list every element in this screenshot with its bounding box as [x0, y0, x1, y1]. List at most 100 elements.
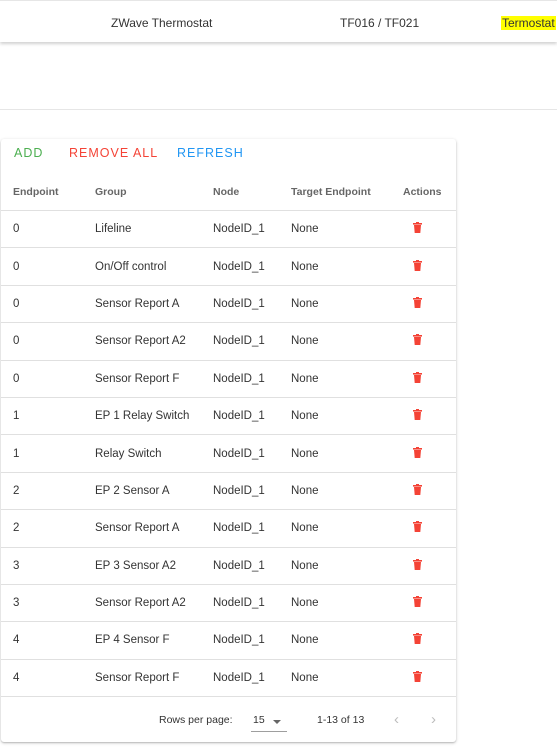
- cell-target-endpoint: None: [291, 434, 403, 473]
- table-row: 2 EP 2 Sensor A NodeID_1 None: [1, 472, 456, 511]
- cell-group: EP 3 Sensor A2: [95, 547, 213, 585]
- associations-card: ADD REMOVE ALL REFRESH Endpoint Group No…: [1, 139, 456, 742]
- rows-per-page-select[interactable]: 15: [251, 709, 287, 732]
- table-row: 2 Sensor Report A NodeID_1 None: [1, 509, 456, 548]
- cell-endpoint: 0: [1, 322, 95, 361]
- cell-node: NodeID_1: [213, 584, 291, 623]
- cell-actions: [403, 659, 456, 698]
- cell-actions: [403, 322, 456, 361]
- cell-actions: [403, 584, 456, 623]
- cell-node: NodeID_1: [213, 621, 291, 660]
- trash-icon[interactable]: [413, 446, 422, 461]
- cell-node: NodeID_1: [213, 360, 291, 398]
- cell-node: NodeID_1: [213, 247, 291, 286]
- trash-icon[interactable]: [413, 596, 422, 610]
- chevron-left-icon[interactable]: ‹: [394, 711, 399, 728]
- cell-actions: [403, 397, 456, 436]
- table-row: 0 Lifeline NodeID_1 None: [1, 210, 456, 249]
- cell-group: Lifeline: [95, 210, 213, 249]
- header-endpoint[interactable]: Endpoint: [1, 174, 95, 211]
- trash-icon[interactable]: [413, 670, 422, 685]
- cell-group: Sensor Report A: [95, 285, 213, 324]
- cell-target-endpoint: None: [291, 247, 403, 286]
- table-row: 3 EP 3 Sensor A2 NodeID_1 None: [1, 547, 456, 585]
- table-row: 0 Sensor Report F NodeID_1 None: [1, 360, 456, 398]
- cell-endpoint: 1: [1, 397, 95, 436]
- rows-per-page-label: Rows per page:: [159, 714, 233, 726]
- cell-target-endpoint: None: [291, 360, 403, 398]
- table-row: 4 EP 4 Sensor F NodeID_1 None: [1, 621, 456, 660]
- refresh-button[interactable]: REFRESH: [177, 146, 244, 160]
- header-target-endpoint[interactable]: Target Endpoint: [291, 174, 403, 211]
- cell-node: NodeID_1: [213, 285, 291, 324]
- trash-icon[interactable]: [413, 371, 422, 386]
- cell-node: NodeID_1: [213, 659, 291, 698]
- header-group[interactable]: Group: [95, 174, 213, 211]
- cell-target-endpoint: None: [291, 584, 403, 623]
- section-divider: [0, 109, 557, 110]
- cell-target-endpoint: None: [291, 285, 403, 324]
- cell-group: Sensor Report A2: [95, 322, 213, 361]
- chevron-right-icon[interactable]: ›: [431, 711, 436, 728]
- table-row: 0 Sensor Report A2 NodeID_1 None: [1, 322, 456, 361]
- table-row: 0 On/Off control NodeID_1 None: [1, 247, 456, 286]
- cell-node: NodeID_1: [213, 434, 291, 473]
- cell-node: NodeID_1: [213, 509, 291, 548]
- cell-group: On/Off control: [95, 247, 213, 286]
- cell-node: NodeID_1: [213, 397, 291, 436]
- cell-endpoint: 4: [1, 659, 95, 698]
- cell-group: EP 4 Sensor F: [95, 621, 213, 660]
- table-pagination: Rows per page: 15 1-13 of 13 ‹ ›: [1, 699, 456, 742]
- trash-icon[interactable]: [413, 222, 422, 236]
- cell-target-endpoint: None: [291, 210, 403, 249]
- pagination-range: 1-13 of 13: [317, 714, 365, 726]
- device-row[interactable]: ZWave Thermostat TF016 / TF021 Termostat: [0, 0, 557, 42]
- table-row: 1 Relay Switch NodeID_1 None: [1, 434, 456, 473]
- associations-table: Endpoint Group Node Target Endpoint Acti…: [1, 174, 456, 698]
- cell-actions: [403, 285, 456, 324]
- cell-actions: [403, 509, 456, 548]
- table-row: 1 EP 1 Relay Switch NodeID_1 None: [1, 397, 456, 436]
- cell-endpoint: 0: [1, 210, 95, 249]
- cell-node: NodeID_1: [213, 322, 291, 361]
- trash-icon[interactable]: [413, 334, 422, 348]
- header-node[interactable]: Node: [213, 174, 291, 211]
- trash-icon[interactable]: [413, 521, 422, 535]
- cell-actions: [403, 434, 456, 473]
- cell-actions: [403, 621, 456, 660]
- trash-icon[interactable]: [413, 483, 422, 498]
- cell-actions: [403, 360, 456, 398]
- caret-down-icon: [273, 720, 281, 724]
- cell-endpoint: 2: [1, 509, 95, 548]
- associations-toolbar: ADD REMOVE ALL REFRESH: [1, 139, 456, 169]
- device-name: ZWave Thermostat: [111, 16, 213, 30]
- trash-icon[interactable]: [413, 296, 422, 311]
- cell-group: Sensor Report A: [95, 509, 213, 548]
- rows-per-page-value: 15: [253, 714, 265, 726]
- trash-icon[interactable]: [413, 558, 422, 573]
- trash-icon[interactable]: [413, 633, 422, 647]
- table-row: 4 Sensor Report F NodeID_1 None: [1, 659, 456, 698]
- cell-group: Sensor Report F: [95, 360, 213, 398]
- device-type-highlight: Termostat: [501, 16, 556, 30]
- cell-target-endpoint: None: [291, 659, 403, 698]
- table-row: 3 Sensor Report A2 NodeID_1 None: [1, 584, 456, 623]
- cell-target-endpoint: None: [291, 547, 403, 585]
- cell-endpoint: 0: [1, 285, 95, 324]
- remove-all-button[interactable]: REMOVE ALL: [69, 146, 158, 160]
- cell-endpoint: 0: [1, 247, 95, 286]
- cell-node: NodeID_1: [213, 210, 291, 249]
- cell-target-endpoint: None: [291, 472, 403, 511]
- cell-endpoint: 0: [1, 360, 95, 398]
- cell-target-endpoint: None: [291, 322, 403, 361]
- cell-actions: [403, 247, 456, 286]
- trash-icon[interactable]: [413, 259, 422, 274]
- table-row: 0 Sensor Report A NodeID_1 None: [1, 285, 456, 324]
- cell-endpoint: 2: [1, 472, 95, 511]
- trash-icon[interactable]: [413, 409, 422, 423]
- add-button[interactable]: ADD: [14, 146, 43, 160]
- cell-target-endpoint: None: [291, 621, 403, 660]
- cell-group: Sensor Report F: [95, 659, 213, 698]
- cell-target-endpoint: None: [291, 509, 403, 548]
- cell-node: NodeID_1: [213, 472, 291, 511]
